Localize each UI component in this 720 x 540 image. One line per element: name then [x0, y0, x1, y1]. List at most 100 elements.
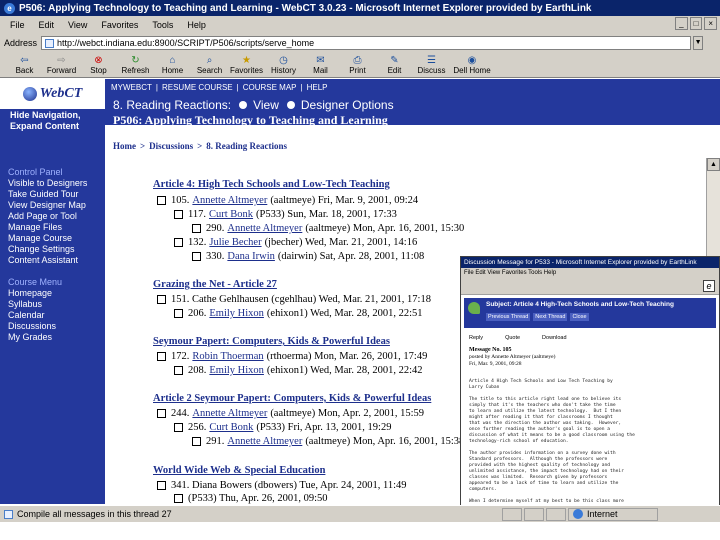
back-button[interactable]: ⇦ Back	[6, 52, 43, 77]
menu-help[interactable]: Help	[187, 20, 206, 30]
forward-button[interactable]: ⇨ Forward	[43, 52, 80, 77]
mail-button[interactable]: ✉ Mail	[302, 52, 339, 77]
popup-title-bar: Discussion Message for P533 - Microsoft …	[461, 257, 719, 268]
message-checkbox[interactable]	[174, 210, 183, 219]
thread-title[interactable]: Seymour Papert: Computers, Kids & Powerf…	[153, 336, 390, 347]
status-text: Compile all messages in this thread 27	[17, 509, 172, 519]
nav-course-map[interactable]: COURSE MAP	[243, 83, 297, 92]
course-menu-item[interactable]: Discussions	[8, 321, 62, 332]
control-panel-item[interactable]: Take Guided Tour	[8, 189, 87, 200]
message-author-link[interactable]: Robin Thoerman	[192, 351, 263, 362]
breadcrumb-discussions[interactable]: Discussions	[149, 141, 193, 151]
breadcrumb-home[interactable]: Home	[113, 141, 136, 151]
control-panel-item[interactable]: Visible to Designers	[8, 178, 87, 189]
message-checkbox[interactable]	[157, 409, 166, 418]
view-radio-icon[interactable]	[239, 101, 248, 109]
nav-mywebct[interactable]: MYWEBCT	[111, 83, 152, 92]
edit-icon: ✎	[390, 54, 399, 66]
address-field[interactable]: http://webct.indiana.edu:8900/SCRIPT/P50…	[41, 36, 692, 50]
search-button[interactable]: ⌕ Search	[191, 52, 228, 77]
breadcrumb-topic[interactable]: 8. Reading Reactions	[206, 141, 287, 151]
window-title-bar: e P506: Applying Technology to Teaching …	[0, 0, 720, 16]
edit-button[interactable]: ✎ Edit	[376, 52, 413, 77]
home-icon: ⌂	[169, 54, 176, 66]
refresh-button[interactable]: ↻ Refresh	[117, 52, 154, 77]
nav-resume-course[interactable]: RESUME COURSE	[162, 83, 233, 92]
close-icon[interactable]: ×	[704, 17, 717, 30]
thread-title[interactable]: Grazing the Net - Article 27	[153, 279, 277, 290]
course-menu-item[interactable]: My Grades	[8, 332, 62, 343]
address-dropdown-icon[interactable]: ▼	[693, 36, 704, 50]
home-button[interactable]: ⌂ Home	[154, 52, 191, 77]
message-author-link[interactable]: Julie Becher	[209, 237, 261, 248]
discuss-icon: ☰	[427, 54, 436, 66]
minimize-icon[interactable]: _	[674, 17, 688, 30]
course-menu-section: Course Menu Homepage Syllabus Calendar D…	[8, 277, 62, 343]
stop-button[interactable]: ⊗ Stop	[80, 52, 117, 77]
address-label: Address	[4, 38, 38, 48]
favorites-button[interactable]: ★ Favorites	[228, 52, 265, 77]
message-author-link[interactable]: Dana Irwin	[227, 251, 275, 262]
close-button[interactable]: Close	[570, 313, 589, 321]
table-row: 105. Annette Altmeyer (aaltmeye) Fri, Mar.…	[157, 195, 418, 206]
designer-options[interactable]: Designer Options	[301, 98, 394, 112]
maximize-icon[interactable]: □	[689, 17, 703, 30]
designer-radio-icon[interactable]	[286, 101, 295, 109]
message-checkbox[interactable]	[174, 238, 183, 247]
menu-edit[interactable]: Edit	[39, 20, 55, 30]
thread-title[interactable]: Article 2 Seymour Papert: Computers, Kid…	[153, 393, 431, 404]
control-panel-item[interactable]: Manage Files	[8, 222, 87, 233]
message-author-link[interactable]: Emily Hixon	[209, 308, 264, 319]
message-author-link[interactable]: Curt Bonk	[209, 209, 253, 220]
message-checkbox[interactable]	[157, 352, 166, 361]
message-author-link[interactable]: Annette Altmeyer	[192, 408, 267, 419]
message-checkbox[interactable]	[157, 481, 166, 490]
message-checkbox[interactable]	[174, 494, 183, 503]
message-author-link[interactable]: Annette Altmeyer	[192, 195, 267, 206]
message-author-link[interactable]: Curt Bonk	[209, 422, 253, 433]
control-panel-item[interactable]: Add Page or Tool	[8, 211, 87, 222]
hide-navigation-link[interactable]: Hide Navigation, Expand Content	[10, 110, 81, 132]
menu-tools[interactable]: Tools	[152, 20, 173, 30]
menu-file[interactable]: File	[10, 20, 25, 30]
message-checkbox[interactable]	[174, 366, 183, 375]
message-checkbox[interactable]	[192, 437, 201, 446]
thread-title[interactable]: World Wide Web & Special Education	[153, 465, 325, 476]
quote-button[interactable]: Quote	[505, 335, 520, 341]
forward-arrow-icon: ⇨	[57, 54, 66, 66]
message-checkbox[interactable]	[157, 196, 166, 205]
message-checkbox[interactable]	[192, 252, 201, 261]
dell-home-button[interactable]: ◉ Dell Home	[450, 52, 494, 77]
message-author-link[interactable]: Emily Hixon	[209, 365, 264, 376]
control-panel-item[interactable]: View Designer Map	[8, 200, 87, 211]
message-checkbox[interactable]	[174, 423, 183, 432]
message-subject: Subject: Article 4 High-Tech Schools and…	[486, 301, 674, 308]
print-button[interactable]: ⎙ Print	[339, 52, 376, 77]
scroll-up-icon[interactable]: ▲	[707, 158, 720, 171]
discuss-button[interactable]: ☰ Discuss	[413, 52, 450, 77]
menu-view[interactable]: View	[68, 20, 87, 30]
nav-help[interactable]: HELP	[307, 83, 328, 92]
message-author-link[interactable]: Annette Altmeyer	[227, 223, 302, 234]
message-checkbox[interactable]	[192, 224, 201, 233]
course-menu-item[interactable]: Homepage	[8, 288, 62, 299]
history-button[interactable]: ◷ History	[265, 52, 302, 77]
view-option[interactable]: View	[253, 98, 279, 112]
mail-icon: ✉	[316, 54, 325, 66]
reply-button[interactable]: Reply	[469, 335, 483, 341]
browser-toolbar: ⇦ Back ⇨ Forward ⊗ Stop ↻ Refresh ⌂ Home ⌕ Sea…	[0, 52, 720, 78]
next-thread-button[interactable]: Next Thread	[533, 313, 568, 321]
message-author-link[interactable]: Annette Altmeyer	[227, 436, 302, 447]
message-checkbox[interactable]	[174, 309, 183, 318]
control-panel-item[interactable]: Manage Course	[8, 233, 87, 244]
control-panel-item[interactable]: Change Settings	[8, 244, 87, 255]
control-panel-item[interactable]: Content Assistant	[8, 255, 87, 266]
message-actions: Reply Quote Download	[469, 335, 567, 341]
download-button[interactable]: Download	[542, 335, 566, 341]
thread-title[interactable]: Article 4: High Tech Schools and Low-Tec…	[153, 179, 390, 190]
previous-thread-button[interactable]: Previous Thread	[486, 313, 531, 321]
course-menu-item[interactable]: Calendar	[8, 310, 62, 321]
course-menu-item[interactable]: Syllabus	[8, 299, 62, 310]
message-checkbox[interactable]	[157, 295, 166, 304]
menu-favorites[interactable]: Favorites	[101, 20, 138, 30]
